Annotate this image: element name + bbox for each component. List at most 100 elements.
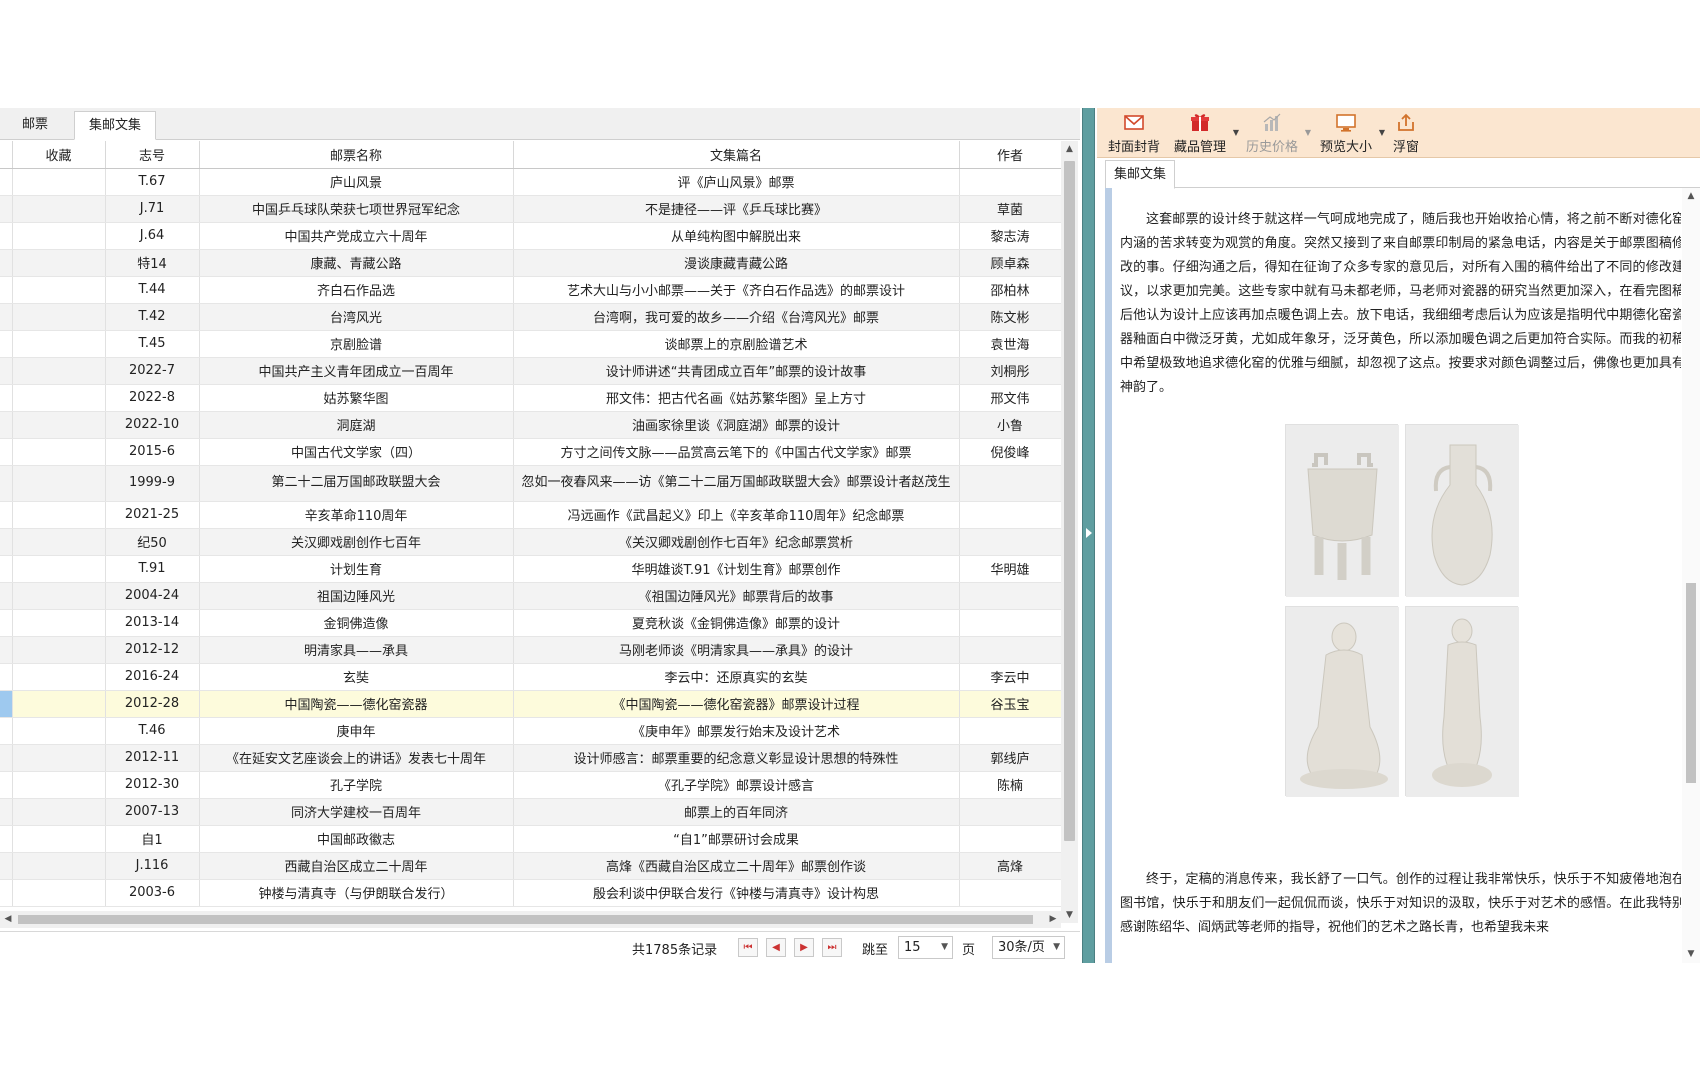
article-scroll-thumb[interactable] — [1686, 583, 1696, 783]
row-marker — [0, 438, 13, 466]
column-header-fav[interactable]: 收藏 — [12, 141, 106, 169]
row-marker — [0, 825, 13, 853]
scroll-left-arrow-icon[interactable]: ◀ — [0, 911, 16, 928]
history-price-button[interactable]: 历史价格 ▼ — [1243, 112, 1311, 155]
hscroll-thumb[interactable] — [18, 915, 1033, 924]
page-number-select[interactable]: 15 ▼ — [898, 936, 953, 959]
row-marker — [0, 276, 13, 304]
cell-name: 计划生育 — [199, 555, 514, 583]
float-window-button[interactable]: 浮窗 — [1389, 112, 1423, 155]
cell-name: 京剧脸谱 — [199, 330, 514, 358]
column-header-code[interactable]: 志号 — [105, 141, 200, 169]
page-size-select[interactable]: 30条/页 ▼ — [992, 936, 1065, 959]
last-page-button[interactable]: ⏭ — [822, 938, 842, 957]
cell-code: J.116 — [105, 852, 200, 880]
table-row[interactable]: 2015-6 中国古代文学家（四） 方寸之间传文脉——品赏高云笔下的《中国古代文学家… — [0, 438, 1061, 466]
row-marker — [0, 852, 13, 880]
table-header-row: 收藏 志号 邮票名称 文集篇名 作者 — [0, 141, 1061, 169]
table-row[interactable]: J.71 中国乒乓球队荣获七项世界冠军纪念 不是捷径——评《乒乓球比赛》 草菌 — [0, 195, 1061, 223]
table-row[interactable]: 2022-10 洞庭湖 油画家徐里谈《洞庭湖》邮票的设计 小鲁 — [0, 411, 1061, 439]
preview-size-button[interactable]: 预览大小 ▼ — [1317, 112, 1385, 155]
column-header-name[interactable]: 邮票名称 — [199, 141, 514, 169]
cell-fav — [12, 276, 106, 304]
chevron-down-icon[interactable]: ▼ — [1233, 128, 1239, 137]
scroll-up-arrow-icon[interactable]: ▲ — [1061, 141, 1078, 157]
table-row[interactable]: 2012-12 明清家具——承具 马刚老师谈《明清家具——承具》的设计 — [0, 636, 1061, 664]
row-marker — [0, 771, 13, 799]
column-header-author[interactable]: 作者 — [959, 141, 1061, 169]
column-header-article[interactable]: 文集篇名 — [513, 141, 960, 169]
cell-article: 《关汉卿戏剧创作七百年》纪念邮票赏析 — [513, 528, 960, 556]
cell-author: 小鲁 — [959, 411, 1061, 439]
table-horizontal-scrollbar[interactable]: ◀ ▶ — [0, 911, 1061, 928]
scroll-down-arrow-icon[interactable]: ▼ — [1682, 946, 1700, 962]
table-row[interactable]: 2013-14 金铜佛造像 夏竞秋谈《金铜佛造像》邮票的设计 — [0, 609, 1061, 637]
scroll-up-arrow-icon[interactable]: ▲ — [1682, 188, 1700, 204]
table-row[interactable]: 2022-8 姑苏繁华图 邢文伟：把古代名画《姑苏繁华图》呈上方寸 邢文伟 — [0, 384, 1061, 412]
row-marker — [0, 501, 13, 529]
tab-stamps[interactable]: 邮票 — [8, 111, 62, 140]
cell-fav — [12, 825, 106, 853]
table-row[interactable]: T.91 计划生育 华明雄谈T.91《计划生育》邮票创作 华明雄 — [0, 555, 1061, 583]
table-row[interactable]: T.46 庚申年 《庚申年》邮票发行始末及设计艺术 — [0, 717, 1061, 745]
article-vertical-scrollbar[interactable]: ▲ ▼ — [1682, 188, 1700, 963]
table-vertical-scrollbar[interactable]: ▲ ▼ — [1061, 141, 1078, 923]
table-row[interactable]: 2012-11 《在延安文艺座谈会上的讲话》发表七十周年 设计师感言：邮票重要的纪念… — [0, 744, 1061, 772]
tripod-censer-image — [1285, 424, 1399, 597]
row-marker — [0, 330, 13, 358]
table-row[interactable]: 2004-24 祖国边陲风光 《祖国边陲风光》邮票背后的故事 — [0, 582, 1061, 610]
cell-code: 2015-6 — [105, 438, 200, 466]
cell-fav — [12, 384, 106, 412]
tab-article-content[interactable]: 集邮文集 — [1105, 160, 1176, 189]
cell-name: 中国共产主义青年团成立一百周年 — [199, 357, 514, 385]
table-row[interactable]: T.67 庐山风景 评《庐山风景》邮票 — [0, 168, 1061, 196]
table-row[interactable]: J.116 西藏自治区成立二十周年 高烽《西藏自治区成立二十周年》邮票创作谈 高烽 — [0, 852, 1061, 880]
article-document: 这套邮票的设计终于就这样一气呵成地完成了，随后我也开始收拾心情，将之前不断对德化… — [1105, 188, 1681, 963]
cell-name: 玄奘 — [199, 663, 514, 691]
table-row[interactable]: 自1 中国邮政徽志 “自1”邮票研讨会成果 — [0, 825, 1061, 853]
table-row[interactable]: J.64 中国共产党成立六十周年 从单纯构图中解脱出来 黎志涛 — [0, 222, 1061, 250]
table-row[interactable]: T.44 齐白石作品选 艺术大山与小小邮票——关于《齐白石作品选》的邮票设计 邵柏林 — [0, 276, 1061, 304]
pane-splitter[interactable] — [1082, 108, 1095, 963]
cell-code: 2004-24 — [105, 582, 200, 610]
table-row[interactable]: 2021-25 辛亥革命110周年 冯远画作《武昌起义》印上《辛亥革命110周年》纪… — [0, 501, 1061, 529]
cell-name: 中国古代文学家（四） — [199, 438, 514, 466]
cell-article: 华明雄谈T.91《计划生育》邮票创作 — [513, 555, 960, 583]
table-row[interactable]: T.45 京剧脸谱 谈邮票上的京剧脸谱艺术 袁世海 — [0, 330, 1061, 358]
table-row[interactable]: 2003-6 钟楼与清真寺（与伊朗联合发行） 殷会利谈中伊联合发行《钟楼与清真寺》设… — [0, 879, 1061, 907]
table-row[interactable]: 2007-13 同济大学建校一百周年 邮票上的百年同济 — [0, 798, 1061, 826]
cell-code: 1999-9 — [105, 465, 200, 502]
cell-fav — [12, 582, 106, 610]
collection-manage-button[interactable]: 藏品管理 ▼ — [1171, 112, 1239, 155]
collapse-arrow-icon[interactable] — [1086, 528, 1092, 538]
cell-code: 2012-28 — [105, 690, 200, 718]
left-tabbar: 邮票 集邮文集 — [0, 108, 1080, 140]
page-size-value: 30条/页 — [998, 940, 1045, 955]
scroll-right-arrow-icon[interactable]: ▶ — [1045, 911, 1061, 928]
prev-page-button[interactable]: ◀ — [766, 938, 786, 957]
table-row[interactable]: 2022-7 中国共产主义青年团成立一百周年 设计师讲述“共青团成立百年”邮票的设计… — [0, 357, 1061, 385]
table-row[interactable]: 2016-24 玄奘 李云中：还原真实的玄奘 李云中 — [0, 663, 1061, 691]
row-marker — [0, 609, 13, 637]
row-marker — [0, 744, 13, 772]
scroll-down-arrow-icon[interactable]: ▼ — [1061, 907, 1078, 923]
first-page-button[interactable]: ⏮ — [738, 938, 758, 957]
tab-philately-articles[interactable]: 集邮文集 — [74, 111, 157, 140]
table-row[interactable]: T.42 台湾风光 台湾啊，我可爱的故乡——介绍《台湾风光》邮票 陈文彬 — [0, 303, 1061, 331]
scroll-thumb[interactable] — [1064, 161, 1075, 841]
cell-article: 高烽《西藏自治区成立二十周年》邮票创作谈 — [513, 852, 960, 880]
page-number-value: 15 — [904, 940, 921, 955]
table-row[interactable]: 1999-9 第二十二届万国邮政联盟大会 忽如一夜春风来——访《第二十二届万国邮政联… — [0, 465, 1061, 502]
cell-code: T.91 — [105, 555, 200, 583]
cell-code: T.42 — [105, 303, 200, 331]
table-row[interactable]: 特14 康藏、青藏公路 漫谈康藏青藏公路 顾卓森 — [0, 249, 1061, 277]
table-row[interactable]: 2012-28 中国陶瓷——德化窑瓷器 《中国陶瓷——德化窑瓷器》邮票设计过程 谷玉宝 — [0, 690, 1061, 718]
table-row[interactable]: 纪50 关汉卿戏剧创作七百年 《关汉卿戏剧创作七百年》纪念邮票赏析 — [0, 528, 1061, 556]
next-page-button[interactable]: ▶ — [794, 938, 814, 957]
chevron-down-icon[interactable]: ▼ — [1305, 128, 1311, 137]
cell-author: 刘桐彤 — [959, 357, 1061, 385]
cover-back-button[interactable]: 封面封背 — [1105, 112, 1163, 155]
table-row[interactable]: 2012-30 孔子学院 《孔子学院》邮票设计感言 陈楠 — [0, 771, 1061, 799]
chevron-down-icon[interactable]: ▼ — [1379, 128, 1385, 137]
row-marker — [0, 555, 13, 583]
